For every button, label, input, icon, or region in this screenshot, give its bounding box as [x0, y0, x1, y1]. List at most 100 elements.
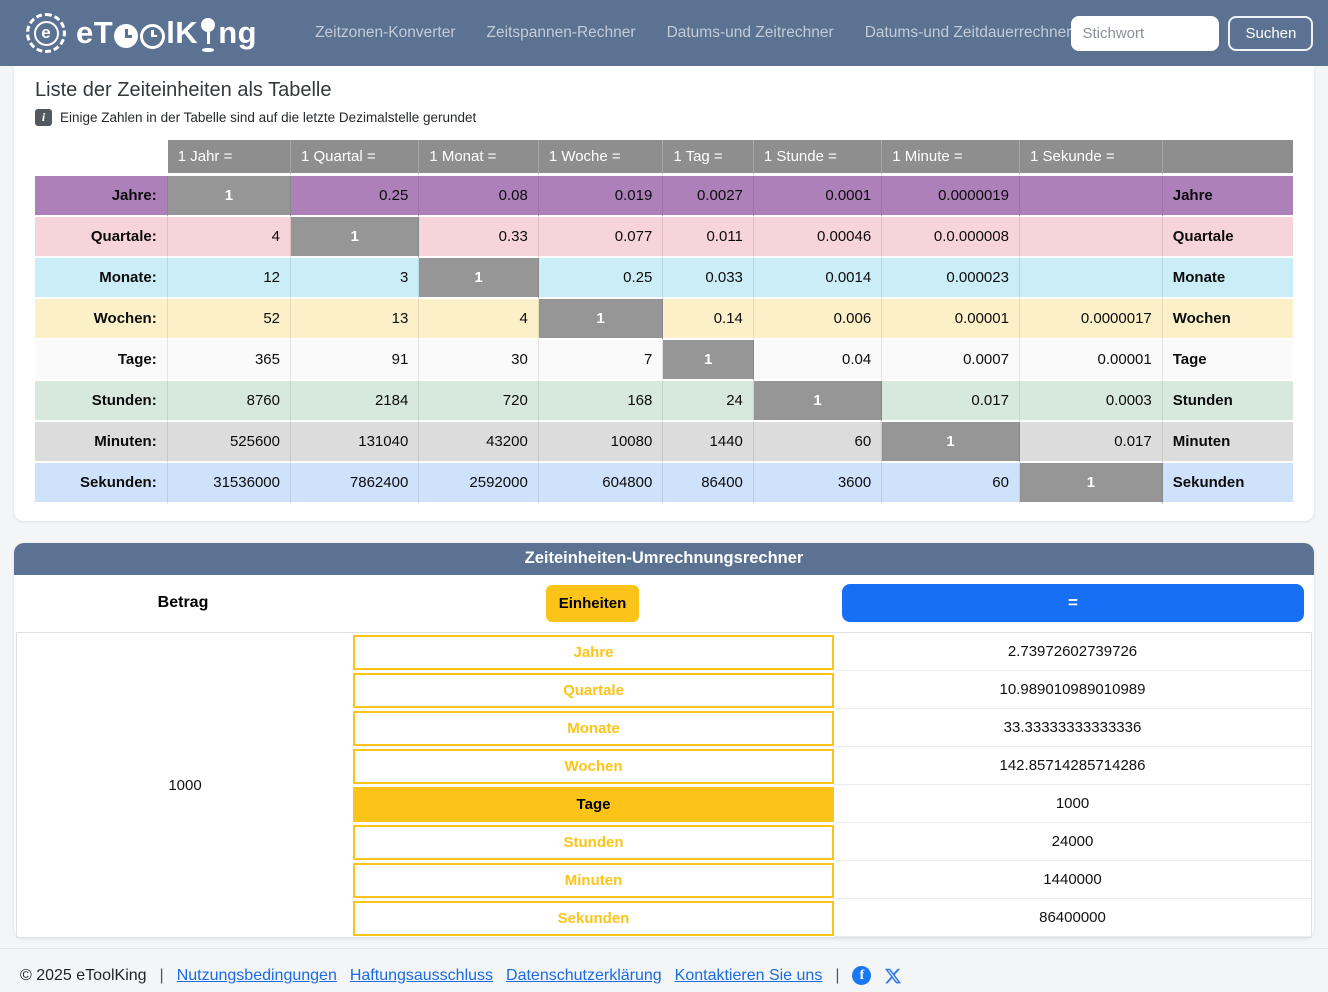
link-haftungsausschluss[interactable]: Haftungsausschluss	[350, 967, 493, 985]
result-sekunden: 86400000	[834, 899, 1311, 937]
amount-value-field[interactable]: 1000	[17, 633, 353, 937]
link-nutzungsbedingungen[interactable]: Nutzungsbedingungen	[177, 967, 337, 985]
value-cell: 0.0000019	[882, 176, 1020, 217]
diagonal-cell: 1	[663, 340, 754, 381]
converter-title-bar: Zeiteinheiten-Umrechnungsrechner	[14, 543, 1314, 575]
value-cell: 0.077	[539, 217, 664, 258]
column-header: 1 Stunde =	[754, 140, 882, 176]
page-title: Liste der Zeiteinheiten als Tabelle	[35, 79, 1293, 102]
result-wochen: 142.85714285714286	[834, 747, 1311, 785]
laurel-wreath-icon: e	[26, 13, 66, 53]
value-cell: 10080	[539, 422, 664, 463]
value-cell: 31536000	[168, 463, 291, 504]
brand-part: lK	[166, 15, 198, 51]
value-cell: 0.0014	[754, 258, 882, 299]
value-cell: 0.00001	[882, 299, 1020, 340]
units-row-wochen: Wochen:5213410.140.0060.000010.0000017Wo…	[35, 299, 1293, 340]
value-cell: 3	[291, 258, 419, 299]
units-header-button[interactable]: Einheiten	[546, 585, 640, 622]
brand-text: eT lK ng	[76, 14, 257, 52]
value-cell: 0.006	[754, 299, 882, 340]
unit-option-stunden[interactable]: Stunden	[353, 823, 834, 861]
value-cell: 0.000023	[882, 258, 1020, 299]
nav-datums-und-zeitdauerrechner[interactable]: Datums-und Zeitdauerrechner	[865, 24, 1072, 42]
logo[interactable]: e eT lK ng	[26, 13, 257, 53]
value-cell: 0.0000017	[1020, 299, 1163, 340]
unit-option-sekunden[interactable]: Sekunden	[353, 899, 834, 937]
result-jahre: 2.73972602739726	[834, 633, 1311, 671]
unit-option-monate[interactable]: Monate	[353, 709, 834, 747]
value-cell	[1020, 217, 1163, 258]
units-table-header-row: 1 Jahr =1 Quartal =1 Monat =1 Woche =1 T…	[35, 140, 1293, 176]
link-kontaktieren-sie-uns[interactable]: Kontaktieren Sie uns	[675, 967, 823, 985]
map-pin-icon	[200, 18, 216, 52]
value-cell: 24	[663, 381, 754, 422]
value-cell: 43200	[419, 422, 539, 463]
nav-datums-und-zeitrechner[interactable]: Datums-und Zeitrechner	[667, 24, 834, 42]
top-navbar: e eT lK ng Zeitzonen-Konverter Zeitspann…	[0, 0, 1328, 66]
equals-button[interactable]: =	[842, 584, 1304, 622]
amount-label: Betrag	[14, 594, 352, 612]
unit-label: Minuten	[1163, 422, 1293, 463]
units-table-card: Liste der Zeiteinheiten als Tabelle i Ei…	[14, 66, 1314, 521]
converter-controls: Betrag Einheiten =	[14, 575, 1314, 632]
result-minuten: 1440000	[834, 861, 1311, 899]
unit-label: Sekunden	[1163, 463, 1293, 504]
value-cell: 0.0.000008	[882, 217, 1020, 258]
info-icon: i	[35, 109, 52, 126]
value-cell	[1020, 176, 1163, 217]
column-header: 1 Tag =	[663, 140, 754, 176]
nav-zeitzonen-konverter[interactable]: Zeitzonen-Konverter	[315, 24, 455, 42]
diagonal-cell: 1	[1020, 463, 1163, 504]
unit-option-tage[interactable]: Tage	[353, 785, 834, 823]
search-input[interactable]	[1071, 16, 1219, 51]
unit-option-jahre[interactable]: Jahre	[353, 633, 834, 671]
units-table: 1 Jahr =1 Quartal =1 Monat =1 Woche =1 T…	[35, 140, 1293, 504]
separator: |	[160, 967, 164, 985]
value-cell: 131040	[291, 422, 419, 463]
row-label: Sekunden:	[35, 463, 168, 504]
facebook-icon[interactable]: f	[852, 966, 871, 985]
value-cell: 2592000	[419, 463, 539, 504]
value-cell: 60	[754, 422, 882, 463]
x-twitter-icon[interactable]	[884, 967, 902, 985]
converter-card: Zeiteinheiten-Umrechnungsrechner Betrag …	[14, 543, 1314, 938]
result-quartale: 10.989010989010989	[834, 671, 1311, 709]
value-cell: 0.08	[419, 176, 539, 217]
brand-part: eT	[76, 15, 113, 51]
value-cell: 13	[291, 299, 419, 340]
value-cell: 0.00046	[754, 217, 882, 258]
column-header: 1 Minute =	[882, 140, 1020, 176]
unit-option-quartale[interactable]: Quartale	[353, 671, 834, 709]
units-row-jahre: Jahre:10.250.080.0190.00270.00010.000001…	[35, 176, 1293, 217]
value-cell: 720	[419, 381, 539, 422]
unit-label: Wochen	[1163, 299, 1293, 340]
row-label: Quartale:	[35, 217, 168, 258]
result-tage: 1000	[834, 785, 1311, 823]
value-cell: 525600	[168, 422, 291, 463]
unit-option-wochen[interactable]: Wochen	[353, 747, 834, 785]
column-header: 1 Quartal =	[291, 140, 419, 176]
value-cell: 60	[882, 463, 1020, 504]
value-cell	[1020, 258, 1163, 299]
value-cell: 0.0007	[882, 340, 1020, 381]
unit-option-minuten[interactable]: Minuten	[353, 861, 834, 899]
value-cell: 0.0001	[754, 176, 882, 217]
value-cell: 86400	[663, 463, 754, 504]
units-row-quartale: Quartale:410.330.0770.0110.000460.0.0000…	[35, 217, 1293, 258]
unit-label: Tage	[1163, 340, 1293, 381]
row-label: Stunden:	[35, 381, 168, 422]
search-button[interactable]: Suchen	[1228, 16, 1313, 51]
nav-zeitspannen-rechner[interactable]: Zeitspannen-Rechner	[487, 24, 636, 42]
unit-label: Jahre	[1163, 176, 1293, 217]
diagonal-cell: 1	[419, 258, 539, 299]
row-label: Minuten:	[35, 422, 168, 463]
value-cell: 0.0027	[663, 176, 754, 217]
value-cell: 365	[168, 340, 291, 381]
value-cell: 0.14	[663, 299, 754, 340]
footer: © 2025 eToolKing | Nutzungsbedingungen H…	[0, 948, 1328, 992]
link-datenschutzerklaerung[interactable]: Datenschutzerklärung	[506, 967, 662, 985]
value-cell: 91	[291, 340, 419, 381]
value-cell: 0.04	[754, 340, 882, 381]
value-cell: 0.033	[663, 258, 754, 299]
